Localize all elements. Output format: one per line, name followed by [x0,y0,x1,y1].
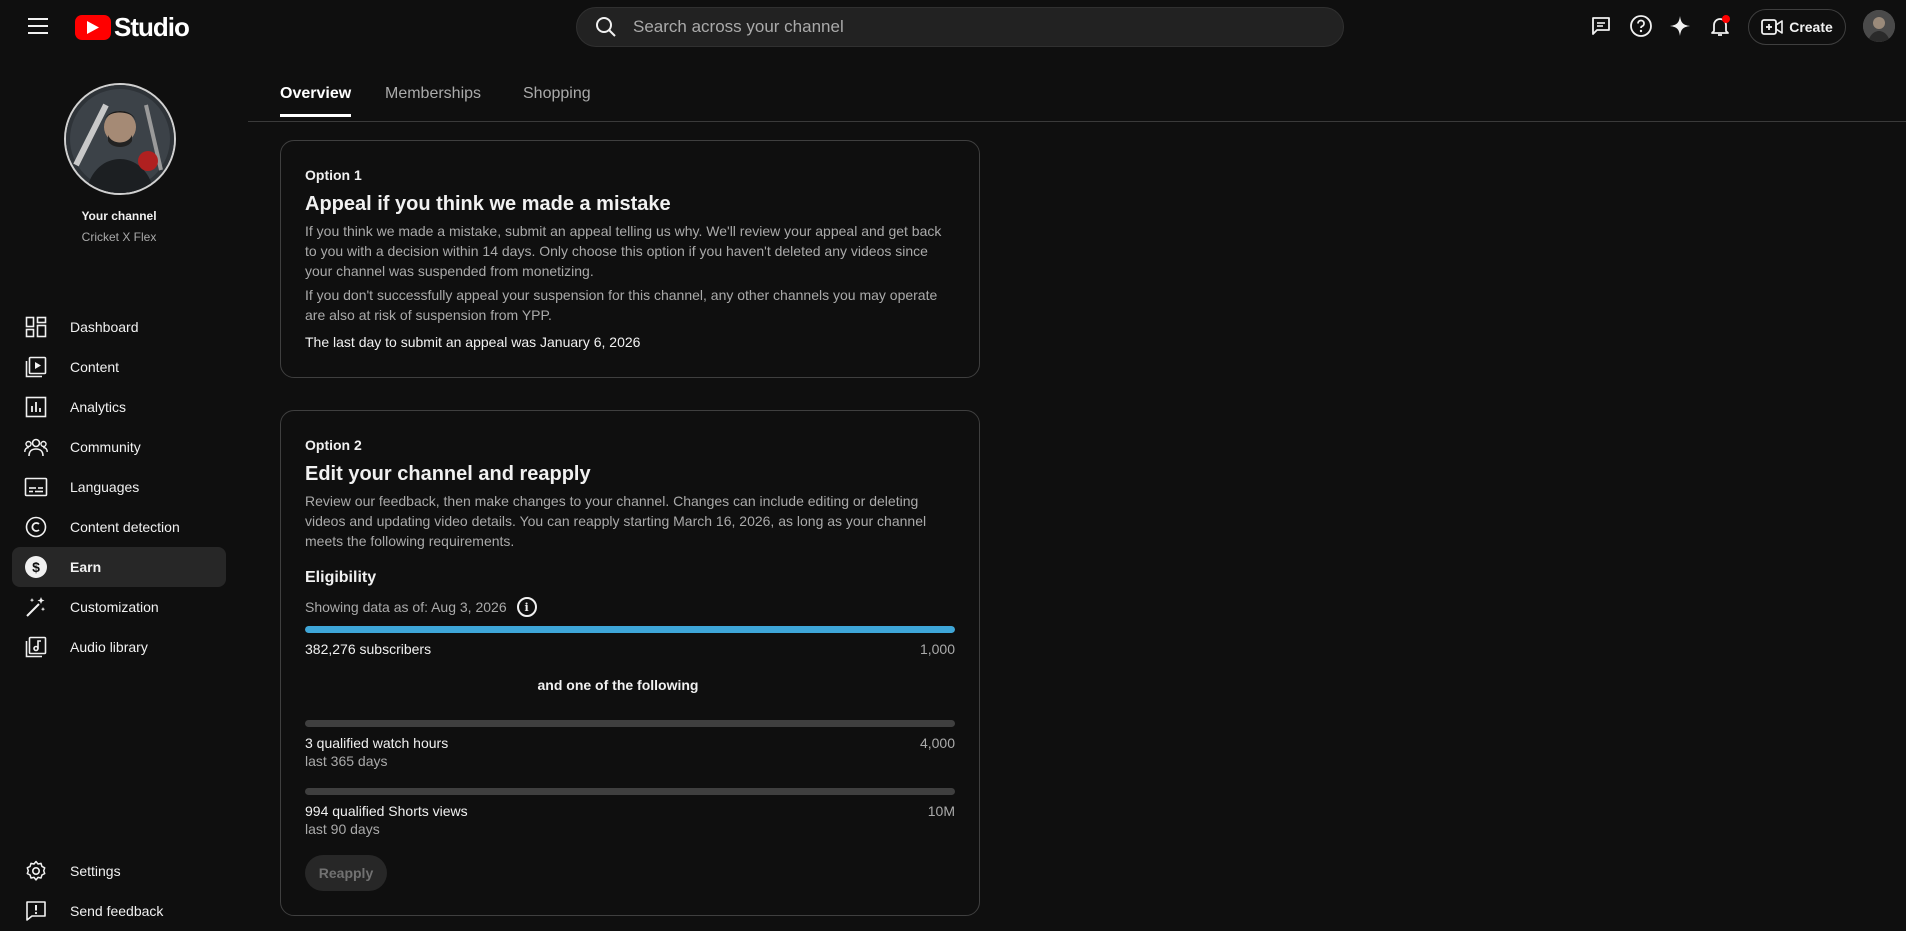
card-description: Review our feedback, then make changes t… [305,493,927,549]
card-title: Edit your channel and reapply [305,463,591,485]
top-bar: Studio Create [0,0,1906,53]
svg-text:$: $ [32,559,40,575]
sidebar-item-audio-library[interactable]: Audio library [12,627,226,667]
video-add-icon [1761,19,1784,35]
sidebar-item-label: Settings [70,863,121,879]
card-description: If you think we made a mistake, submit a… [305,223,942,279]
sidebar-item-label: Send feedback [70,903,164,919]
studio-logo[interactable]: Studio [75,12,190,43]
sidebar-bottom: Settings Send feedback [12,851,226,931]
sidebar-item-settings[interactable]: Settings [12,851,226,891]
search-input[interactable] [633,17,1343,37]
sidebar-item-content[interactable]: Content [12,347,226,387]
info-icon[interactable]: i [516,597,537,617]
data-as-of: Showing data as of: Aug 3, 2026 i [305,597,537,617]
sidebar-item-label: Dashboard [70,319,139,335]
subscribers-progress-bar [305,626,955,633]
audio-library-icon [24,635,48,659]
appeal-deadline: The last day to submit an appeal was Jan… [305,334,641,350]
shorts-views-count: 994 qualified Shorts views [305,803,468,819]
sidebar-item-earn[interactable]: $ Earn [12,547,226,587]
search-icon[interactable] [593,14,619,40]
sidebar-item-send-feedback[interactable]: Send feedback [12,891,226,931]
as-of-text: Showing data as of: Aug 3, 2026 [305,599,507,615]
card-title: Appeal if you think we made a mistake [305,193,671,215]
account-avatar[interactable] [1863,10,1895,42]
card-warning: If you don't successfully appeal your su… [305,287,938,323]
shorts-views-progress-bar [305,788,955,795]
search-box[interactable] [576,7,1344,47]
sidebar: Your channel Cricket X Flex Dashboard Co… [0,53,238,931]
watch-hours-target: 4,000 [919,735,955,751]
sidebar-item-dashboard[interactable]: Dashboard [12,307,226,347]
sidebar-item-languages[interactable]: Languages [12,467,226,507]
create-label: Create [1789,19,1833,35]
shorts-views-target: 10M [927,803,955,819]
channel-name: Cricket X Flex [81,230,157,244]
gear-icon [24,859,48,883]
watch-hours-period: last 365 days [305,753,388,769]
feedback-icon [24,899,48,923]
option-2-card: Option 2 Edit your channel and reapply R… [280,410,980,916]
sidebar-item-label: Community [70,439,141,455]
content-icon [24,355,48,379]
channel-avatar[interactable] [64,83,176,195]
tab-memberships[interactable]: Memberships [385,85,481,117]
dollar-icon: $ [24,555,48,579]
channel-title: Your channel [81,209,157,223]
youtube-play-icon [75,15,111,40]
watch-hours-count: 3 qualified watch hours [305,735,449,751]
and-one-of-following: and one of the following [537,677,699,693]
reapply-button[interactable]: Reapply [305,855,387,891]
copyright-icon [24,515,48,539]
dashboard-icon [24,315,48,339]
option-1-card: Option 1 Appeal if you think we made a m… [280,140,980,378]
option-label: Option 2 [305,437,362,453]
sidebar-item-label: Content detection [70,519,180,535]
sidebar-item-label: Earn [70,559,102,575]
sidebar-item-label: Content [70,359,120,375]
languages-icon [24,475,48,499]
comment-icon[interactable] [1587,12,1615,40]
progress-fill [305,626,955,633]
watch-hours-progress-bar [305,720,955,727]
eligibility-title: Eligibility [305,569,377,586]
sidebar-item-customization[interactable]: Customization [12,587,226,627]
sidebar-item-content-detection[interactable]: Content detection [12,507,226,547]
magic-wand-icon [24,595,48,619]
analytics-icon [24,395,48,419]
subscribers-target: 1,000 [919,641,955,657]
sidebar-nav: Dashboard Content Analytics Community La… [12,307,226,667]
menu-icon[interactable] [22,14,54,38]
logo-text: Studio [114,12,190,42]
create-button[interactable]: Create [1748,9,1846,45]
sidebar-item-label: Audio library [70,639,148,655]
sidebar-item-community[interactable]: Community [12,427,226,467]
sidebar-item-analytics[interactable]: Analytics [12,387,226,427]
bell-icon[interactable] [1706,12,1734,40]
help-icon[interactable] [1627,12,1655,40]
tab-bar: Overview Memberships Shopping [248,53,1906,122]
tab-shopping[interactable]: Shopping [523,85,591,117]
option-label: Option 1 [305,167,362,183]
sidebar-item-label: Analytics [70,399,127,415]
sidebar-item-label: Languages [70,479,140,495]
tab-overview[interactable]: Overview [280,85,352,117]
shorts-views-period: last 90 days [305,821,380,837]
subscribers-count: 382,276 subscribers [305,641,432,657]
sidebar-item-label: Customization [70,599,159,615]
community-icon [24,435,48,459]
sparkle-icon[interactable] [1666,12,1694,40]
